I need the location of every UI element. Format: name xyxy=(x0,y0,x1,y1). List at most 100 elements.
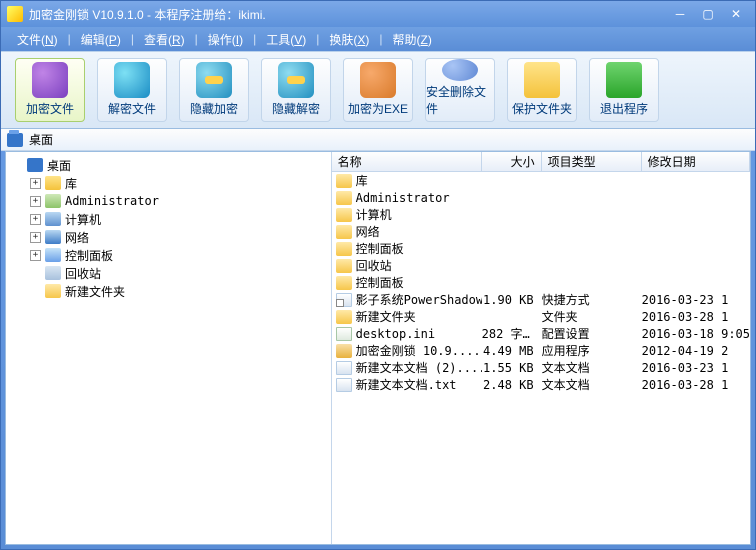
menu-file[interactable]: 文件(N) xyxy=(11,29,64,50)
menu-skin[interactable]: 换肤(X) xyxy=(323,29,375,50)
desk-icon xyxy=(27,158,43,172)
tree-expander[interactable]: + xyxy=(30,196,41,207)
toolbtn-label: 加密文件 xyxy=(26,100,74,117)
file-type: 应用程序 xyxy=(542,342,642,359)
toolbtn-encrypt-exe[interactable]: 加密为EXE xyxy=(343,58,413,122)
toolbtn-hide-encrypt[interactable]: 隐藏加密 xyxy=(179,58,249,122)
lib-icon xyxy=(45,176,61,190)
file-row[interactable]: 计算机 xyxy=(332,206,750,223)
menu-separator: | xyxy=(379,32,382,46)
toolbtn-exit[interactable]: 退出程序 xyxy=(589,58,659,122)
file-name: 新建文本文档 (2).... xyxy=(356,359,482,376)
tree-label: 网络 xyxy=(65,229,89,246)
maximize-button[interactable]: ▢ xyxy=(695,5,721,23)
menu-separator: | xyxy=(131,32,134,46)
toolbtn-label: 隐藏加密 xyxy=(190,100,238,117)
tree-label: 桌面 xyxy=(47,157,71,174)
file-name: 加密金刚锁 10.9.... xyxy=(356,342,481,359)
tree-item[interactable]: +库 xyxy=(8,174,329,192)
folder-icon xyxy=(336,276,352,290)
toolbtn-encrypt-file[interactable]: 加密文件 xyxy=(15,58,85,122)
menu-separator: | xyxy=(195,32,198,46)
col-header-size[interactable]: 大小 xyxy=(482,152,542,171)
folder-icon xyxy=(336,225,352,239)
file-size: 282 字节 xyxy=(482,325,542,342)
tree-item[interactable]: +Administrator xyxy=(8,192,329,210)
menu-help[interactable]: 帮助(Z) xyxy=(386,29,437,50)
col-header-date[interactable]: 修改日期 xyxy=(642,152,750,171)
file-name: 计算机 xyxy=(356,206,392,223)
tree-item[interactable]: 回收站 xyxy=(8,264,329,282)
file-icon xyxy=(336,361,352,375)
file-row[interactable]: desktop.ini282 字节配置设置2016-03-18 9:05 xyxy=(332,325,750,342)
toolbtn-label: 保护文件夹 xyxy=(512,100,572,117)
file-row[interactable]: 控制面板 xyxy=(332,274,750,291)
toolbtn-secure-delete[interactable]: 安全删除文件 xyxy=(425,58,495,122)
tree-item[interactable]: 新建文件夹 xyxy=(8,282,329,300)
file-row[interactable]: 新建文本文档 (2)....1.55 KB文本文档2016-03-23 1 xyxy=(332,359,750,376)
tree-label: 新建文件夹 xyxy=(65,283,125,300)
tree-item[interactable]: + 网络 xyxy=(8,228,329,246)
menubar: 文件(N)|编辑(P)|查看(R)|操作(I)|工具(V)|换肤(X)|帮助(Z… xyxy=(1,27,755,51)
file-row[interactable]: 网络 xyxy=(332,223,750,240)
file-row[interactable]: 新建文件夹文件夹2016-03-28 1 xyxy=(332,308,750,325)
titlebar: 加密金刚锁 V10.9.1.0 - 本程序注册给：ikimi. ─ ▢ ✕ xyxy=(1,1,755,27)
tree-item[interactable]: 桌面 xyxy=(8,156,329,174)
lnk-icon xyxy=(336,293,352,307)
close-button[interactable]: ✕ xyxy=(723,5,749,23)
ctrl-icon xyxy=(45,248,61,262)
file-type: 文件夹 xyxy=(542,308,642,325)
toolbtn-protect-folder[interactable]: 保护文件夹 xyxy=(507,58,577,122)
menu-edit[interactable]: 编辑(P) xyxy=(75,29,127,50)
encrypt-file-icon xyxy=(32,62,68,98)
file-row[interactable]: 回收站 xyxy=(332,257,750,274)
menu-action[interactable]: 操作(I) xyxy=(202,29,249,50)
toolbtn-decrypt-file[interactable]: 解密文件 xyxy=(97,58,167,122)
folder-icon xyxy=(336,174,352,188)
menu-separator: | xyxy=(253,32,256,46)
folder-icon xyxy=(45,284,61,298)
file-name: Administrator xyxy=(356,191,450,205)
tree-item[interactable]: +控制面板 xyxy=(8,246,329,264)
folder-icon xyxy=(336,208,352,222)
secure-delete-icon xyxy=(442,59,478,81)
file-type: 文本文档 xyxy=(542,376,642,393)
tree-expander[interactable]: + xyxy=(30,178,41,189)
tree-label: 库 xyxy=(65,175,77,192)
file-name: 回收站 xyxy=(356,257,392,274)
tree-expander[interactable]: + xyxy=(30,214,41,225)
file-row[interactable]: Administrator xyxy=(332,189,750,206)
toolbtn-label: 隐藏解密 xyxy=(272,100,320,117)
folder-tree[interactable]: 桌面+库+Administrator+计算机+网络+控制面板回收站新建文件夹 xyxy=(6,152,332,544)
tree-label: 计算机 xyxy=(65,211,101,228)
path-label: 桌面 xyxy=(29,131,53,148)
minimize-button[interactable]: ─ xyxy=(667,5,693,23)
tree-expander[interactable]: + xyxy=(30,250,41,261)
menu-view[interactable]: 查看(R) xyxy=(138,29,191,50)
folder-icon xyxy=(336,310,352,324)
file-date: 2016-03-23 1 xyxy=(642,361,750,375)
col-header-type[interactable]: 项目类型 xyxy=(542,152,642,171)
toolbar: 加密文件 解密文件 隐藏加密 隐藏解密 加密为EXE 安全删除文件保护文件夹退出程序 xyxy=(1,51,755,129)
tree-expander[interactable]: + xyxy=(30,232,41,243)
col-header-name[interactable]: 名称 xyxy=(332,152,482,171)
file-name: 控制面板 xyxy=(356,240,404,257)
tree-label: 回收站 xyxy=(65,265,101,282)
tree-item[interactable]: + 计算机 xyxy=(8,210,329,228)
menu-tools[interactable]: 工具(V) xyxy=(260,29,312,50)
decrypt-file-icon xyxy=(114,62,150,98)
file-row[interactable]: 加密金刚锁 10.9....4.49 MB应用程序2012-04-19 2 xyxy=(332,342,750,359)
file-name: desktop.ini xyxy=(356,327,435,341)
file-name: 影子系统PowerShadow xyxy=(356,291,482,308)
file-row[interactable]: 库 xyxy=(332,172,750,189)
file-row[interactable]: 新建文本文档.txt2.48 KB文本文档2016-03-28 1 xyxy=(332,376,750,393)
toolbtn-label: 安全删除文件 xyxy=(426,83,494,117)
file-list-panel: 名称 大小 项目类型 修改日期 库Administrator计算机网络控制面板回… xyxy=(332,152,750,544)
folder-icon xyxy=(336,242,352,256)
file-row[interactable]: 控制面板 xyxy=(332,240,750,257)
toolbtn-label: 解密文件 xyxy=(108,100,156,117)
file-row[interactable]: 影子系统PowerShadow1.90 KB快捷方式2016-03-23 1 xyxy=(332,291,750,308)
file-size: 4.49 MB xyxy=(482,344,542,358)
file-list[interactable]: 库Administrator计算机网络控制面板回收站控制面板影子系统PowerS… xyxy=(332,172,750,544)
toolbtn-hide-decrypt[interactable]: 隐藏解密 xyxy=(261,58,331,122)
